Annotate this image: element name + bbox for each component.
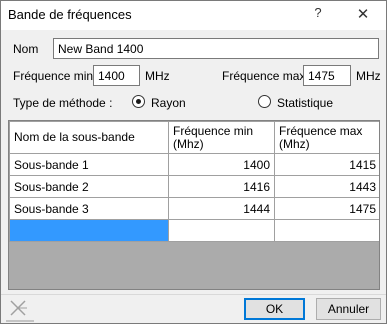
freq-min-field[interactable]: 1400 [93, 65, 140, 86]
freq-min-unit: MHz [145, 69, 170, 83]
table-cell-name[interactable]: Sous-bande 2 [9, 175, 169, 198]
subband-table: Nom de la sous-bande Fréquence min (Mhz)… [9, 121, 379, 242]
freq-max-label: Fréquence max [222, 69, 306, 83]
freq-max-unit: MHz [356, 69, 381, 83]
new-row-cell-freq-max[interactable] [274, 219, 379, 242]
new-row-cell-name[interactable] [9, 219, 169, 242]
grip-underline [6, 320, 34, 322]
freq-min-label: Fréquence min [13, 69, 94, 83]
table-cell-freq-min[interactable]: 1400 [168, 153, 275, 176]
radio-rayon[interactable] [132, 95, 145, 108]
radio-statistique-label[interactable]: Statistique [277, 96, 333, 110]
resize-grip-icon[interactable] [9, 299, 29, 317]
freq-max-field[interactable]: 1475 [303, 65, 351, 86]
new-row[interactable] [9, 219, 379, 242]
table-row[interactable]: Sous-bande 3 1444 1475 [9, 197, 379, 220]
table-cell-freq-max[interactable]: 1443 [274, 175, 379, 198]
table-header-row: Nom de la sous-bande Fréquence min (Mhz)… [9, 121, 379, 154]
column-header-freq-min-text: Fréquence min (Mhz) [173, 123, 254, 151]
table-cell-freq-max[interactable]: 1415 [274, 153, 379, 176]
table-cell-freq-min[interactable]: 1416 [168, 175, 275, 198]
subband-grid[interactable]: Nom de la sous-bande Fréquence min (Mhz)… [8, 120, 380, 290]
method-label: Type de méthode : [13, 96, 113, 110]
column-header-freq-min[interactable]: Fréquence min (Mhz) [168, 121, 275, 154]
radio-selected-dot-icon [136, 99, 141, 104]
footer-divider [1, 294, 386, 295]
column-header-freq-max-text: Fréquence max (Mhz) [279, 123, 363, 151]
name-label: Nom [13, 42, 39, 56]
cancel-button[interactable]: Annuler [316, 298, 381, 320]
table-cell-freq-min[interactable]: 1444 [168, 197, 275, 220]
table-row[interactable]: Sous-bande 2 1416 1443 [9, 175, 379, 198]
dialog-window: Bande de fréquences ? ✕ Nom New Band 140… [0, 0, 387, 324]
radio-rayon-label[interactable]: Rayon [151, 96, 186, 110]
table-cell-name[interactable]: Sous-bande 1 [9, 153, 169, 176]
close-button[interactable]: ✕ [346, 3, 380, 27]
ok-button[interactable]: OK [244, 298, 305, 320]
table-cell-freq-max[interactable]: 1475 [274, 197, 379, 220]
footer-bar: OK Annuler [1, 294, 386, 323]
table-row[interactable]: Sous-bande 1 1400 1415 [9, 153, 379, 176]
window-title: Bande de fréquences [8, 7, 132, 22]
title-bar: Bande de fréquences ? ✕ [1, 1, 386, 30]
new-row-cell-freq-min[interactable] [168, 219, 275, 242]
column-header-freq-max[interactable]: Fréquence max (Mhz) [274, 121, 379, 154]
help-button[interactable]: ? [306, 5, 330, 25]
column-header-name[interactable]: Nom de la sous-bande [9, 121, 169, 154]
radio-statistique[interactable] [258, 95, 271, 108]
table-cell-name[interactable]: Sous-bande 3 [9, 197, 169, 220]
name-field[interactable]: New Band 1400 [53, 38, 379, 59]
